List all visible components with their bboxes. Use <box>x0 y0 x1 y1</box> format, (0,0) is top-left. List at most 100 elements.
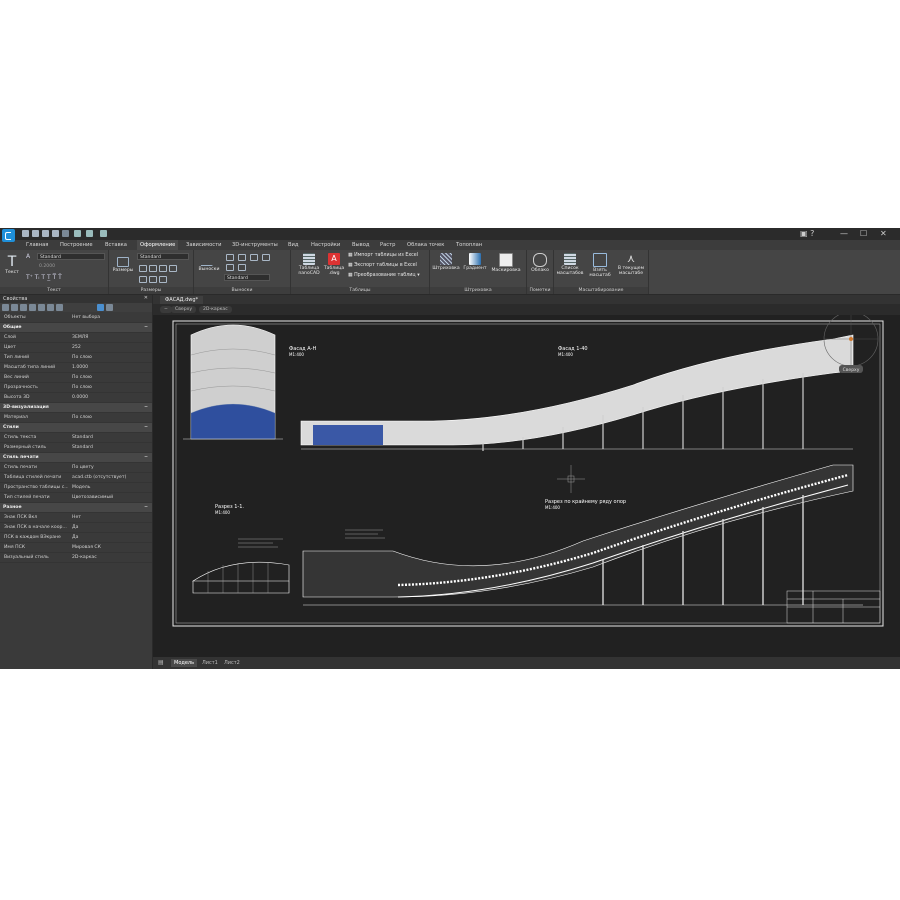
tab-home[interactable]: Главная <box>26 240 48 250</box>
quick-select-icon[interactable] <box>11 304 18 311</box>
property-row[interactable]: Таблица стилей печати acad.ctb (отсутству… <box>0 473 152 483</box>
collapse-section-icon[interactable]: − <box>144 403 148 413</box>
tab-annotate[interactable]: Оформление <box>137 240 179 250</box>
tab-settings[interactable]: Настройки <box>311 240 340 250</box>
tab-view[interactable]: Вид <box>288 240 299 250</box>
property-row[interactable]: Пространство таблицы с... Модель <box>0 483 152 493</box>
property-value[interactable]: По слою <box>72 383 150 393</box>
property-row[interactable]: Имя ПСК Мировая СК <box>0 543 152 553</box>
maximize-button[interactable]: ☐ <box>860 229 867 238</box>
property-row[interactable]: Объекты Нет выбора <box>0 313 152 323</box>
property-value[interactable]: Нет выбора <box>72 313 150 323</box>
convert-tables-button[interactable]: ▦ Преобразование таблиц ▾ <box>348 273 420 278</box>
property-value[interactable]: Мировая СК <box>72 543 150 553</box>
property-value[interactable]: 0.0000 <box>72 393 150 403</box>
property-value[interactable]: 1.0000 <box>72 363 150 373</box>
leaders-button[interactable]: Выноски <box>196 254 222 272</box>
tab-raster[interactable]: Растр <box>380 240 395 250</box>
new-file-icon[interactable] <box>22 230 29 237</box>
select-objects-icon[interactable] <box>2 304 9 311</box>
collapse-section-icon[interactable]: − <box>144 503 148 513</box>
chain-dim-icon[interactable] <box>149 276 157 283</box>
minimize-button[interactable]: — <box>840 229 848 238</box>
property-row[interactable]: Знак ПСК Вкл Нет <box>0 513 152 523</box>
sort-icon[interactable] <box>38 304 45 311</box>
text-height-field[interactable]: 0.2000 <box>37 263 67 270</box>
property-value[interactable]: По слою <box>72 373 150 383</box>
property-row[interactable]: Цвет 252 <box>0 343 152 353</box>
layouts-menu-icon[interactable]: ▤ <box>155 659 167 667</box>
property-row[interactable]: Стиль печати По цвету <box>0 463 152 473</box>
property-value[interactable]: 252 <box>72 343 150 353</box>
tab-constraints[interactable]: Зависимости <box>186 240 222 250</box>
leader-align-icon[interactable] <box>250 254 258 261</box>
leader-text-icon[interactable] <box>238 264 246 271</box>
property-section[interactable]: Стиль печати − <box>0 453 152 463</box>
property-value[interactable]: Модель <box>72 483 150 493</box>
text-style-combo[interactable]: Standard <box>37 253 105 260</box>
property-value[interactable]: Standard <box>72 443 150 453</box>
property-row[interactable]: Тип линий По слою <box>0 353 152 363</box>
collapse-section-icon[interactable]: − <box>144 423 148 433</box>
revcloud-button[interactable]: Облако <box>528 253 552 273</box>
property-section[interactable]: 3D-визуализация − <box>0 403 152 413</box>
property-section[interactable]: Общие − <box>0 323 152 333</box>
property-value[interactable]: По слою <box>72 353 150 363</box>
leader-remove-icon[interactable] <box>238 254 246 261</box>
ordinate-dim-icon[interactable] <box>159 276 167 283</box>
props-view-icon[interactable] <box>97 304 104 311</box>
dimension-style-combo[interactable]: Standard <box>137 253 189 260</box>
text-format-icons[interactable]: T⁺ Tᵢ T T̲ T̅ Ť <box>26 274 62 281</box>
property-row[interactable]: Вес линий По слою <box>0 373 152 383</box>
linear-dim-icon[interactable] <box>139 265 147 272</box>
tab-insert[interactable]: Вставка <box>105 240 127 250</box>
leader-collect-icon[interactable] <box>262 254 270 261</box>
dwg-table-button[interactable]: A Таблица .dwg <box>323 253 345 276</box>
property-row[interactable]: Материал По слою <box>0 413 152 423</box>
props-list-icon[interactable] <box>106 304 113 311</box>
take-scale-button[interactable]: Взять масштаб <box>586 253 614 278</box>
property-row[interactable]: Высота 3D 0.0000 <box>0 393 152 403</box>
property-row[interactable]: Слой ЗЕМЛЯ <box>0 333 152 343</box>
save-as-icon[interactable] <box>52 230 59 237</box>
redo-icon[interactable] <box>86 230 93 237</box>
tab-topoplan[interactable]: Топоплан <box>456 240 482 250</box>
collapse-section-icon[interactable]: − <box>144 453 148 463</box>
tab-sheet2[interactable]: Лист2 <box>221 659 243 667</box>
baseline-dim-icon[interactable] <box>139 276 147 283</box>
property-value[interactable]: Цветозависимый <box>72 493 150 503</box>
visual-style-button[interactable]: 2D-каркас <box>199 306 232 313</box>
collapse-icon[interactable] <box>47 304 54 311</box>
tab-point-clouds[interactable]: Облака точек <box>407 240 444 250</box>
scale-list-button[interactable]: Список масштабов <box>556 253 584 276</box>
drawing-canvas[interactable]: Фасад А-Н М1:400 Фасад 1-40 М1:400 Разре… <box>153 311 900 657</box>
open-file-icon[interactable] <box>32 230 39 237</box>
property-row[interactable]: Визуальный стиль 2D-каркас <box>0 553 152 563</box>
property-row[interactable]: Стиль текста Standard <box>0 433 152 443</box>
property-value[interactable]: По цвету <box>72 463 150 473</box>
undo-icon[interactable] <box>74 230 81 237</box>
property-value[interactable]: ЗЕМЛЯ <box>72 333 150 343</box>
property-value[interactable]: Да <box>72 533 150 543</box>
help-icon[interactable]: ▣ ? <box>800 229 814 238</box>
property-row[interactable]: Тип стилей печати Цветозависимый <box>0 493 152 503</box>
import-excel-button[interactable]: ▦ Импорт таблицы из Excel <box>348 253 418 258</box>
angular-dim-icon[interactable] <box>159 265 167 272</box>
hatch-button[interactable]: Штриховка <box>432 253 460 271</box>
property-row[interactable]: Прозрачность По слою <box>0 383 152 393</box>
collapse-section-icon[interactable]: − <box>144 323 148 333</box>
pickadd-icon[interactable] <box>20 304 27 311</box>
plot-icon[interactable] <box>100 230 107 237</box>
property-row[interactable]: Знак ПСК в начале коор... Да <box>0 523 152 533</box>
aligned-dim-icon[interactable] <box>149 265 157 272</box>
save-icon[interactable] <box>42 230 49 237</box>
property-row[interactable]: ПСК в каждом ВЭкране Да <box>0 533 152 543</box>
property-row[interactable]: Масштаб типа линий 1.0000 <box>0 363 152 373</box>
export-excel-button[interactable]: ▦ Экспорт таблицы в Excel <box>348 263 417 268</box>
property-value[interactable]: 2D-каркас <box>72 553 150 563</box>
leader-add-icon[interactable] <box>226 254 234 261</box>
leader-style-combo[interactable]: Standard <box>224 274 270 281</box>
expand-icon[interactable] <box>56 304 63 311</box>
dimensions-button[interactable]: Размеры <box>111 254 135 273</box>
gradient-button[interactable]: Градиент <box>462 253 488 271</box>
